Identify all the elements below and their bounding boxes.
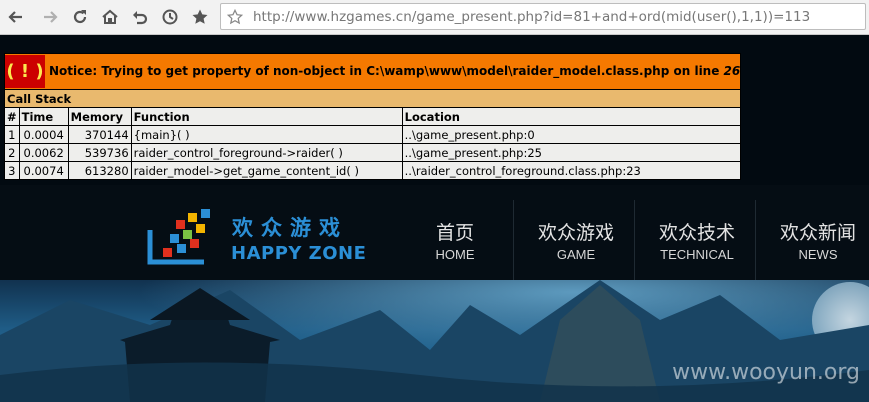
row-location: ..\game_present.php:0 <box>401 125 742 144</box>
nav-item-sublabel: TECHNICAL <box>660 247 734 262</box>
column-header-location: Location <box>401 107 742 126</box>
error-line-number: 26 <box>723 64 741 78</box>
nav-item-home[interactable]: 首页 HOME <box>395 200 515 280</box>
error-notice-text: Notice: Trying to get property of non-ob… <box>49 64 720 78</box>
table-row: 3 0.0074 613280 raider_model->get_game_c… <box>4 161 742 180</box>
nav-item-label: 欢众新闻 <box>779 222 856 244</box>
row-time: 0.0004 <box>18 125 69 144</box>
nav-item-sublabel: GAME <box>556 247 596 262</box>
row-time: 0.0062 <box>18 143 69 162</box>
undo-icon[interactable] <box>128 5 152 29</box>
row-number: 1 <box>4 125 20 144</box>
nav-item-game[interactable]: 欢众游戏 GAME <box>516 200 636 280</box>
table-row: 2 0.0062 539736 raider_control_foregroun… <box>4 143 742 162</box>
call-stack-label: Call Stack <box>3 89 742 108</box>
row-function: {main}( ) <box>130 125 403 144</box>
php-error-table: ( ! ) Notice: Trying to get property of n… <box>3 53 742 180</box>
table-row: 1 0.0004 370144 {main}( ) ..\game_presen… <box>4 125 742 144</box>
url-text[interactable]: http://www.hzgames.cn/game_present.php?i… <box>253 9 861 25</box>
column-header-row: # Time Memory Function Location <box>4 107 742 126</box>
star-icon[interactable] <box>188 5 212 29</box>
nav-item-label: 欢众技术 <box>658 222 735 244</box>
row-memory: 370144 <box>67 125 132 144</box>
forward-icon[interactable] <box>38 5 62 29</box>
nav-item-sublabel: HOME <box>435 247 475 262</box>
nav-item-label: 首页 <box>435 222 474 244</box>
nav-item-label: 欢众游戏 <box>537 222 614 244</box>
nav-item-technical[interactable]: 欢众技术 TECHNICAL <box>637 200 757 280</box>
bookmark-star-icon[interactable] <box>225 7 245 27</box>
column-header-time: Time <box>18 107 69 126</box>
row-function: raider_model->get_game_content_id( ) <box>130 161 403 180</box>
nav-item-sublabel: NEWS <box>798 247 838 262</box>
address-bar[interactable]: http://www.hzgames.cn/game_present.php?i… <box>220 3 866 30</box>
row-time: 0.0074 <box>18 161 69 180</box>
row-memory: 613280 <box>67 161 132 180</box>
back-icon[interactable] <box>4 5 28 29</box>
row-number: 2 <box>4 143 20 162</box>
logo-icon[interactable] <box>146 208 226 273</box>
home-icon[interactable] <box>98 5 122 29</box>
nav-item-news[interactable]: 欢众新闻 NEWS <box>758 200 869 280</box>
call-stack-header-row: Call Stack <box>3 89 742 108</box>
column-header-number: # <box>4 107 20 126</box>
error-notice-row: ( ! ) Notice: Trying to get property of n… <box>3 53 742 90</box>
column-header-memory: Memory <box>67 107 132 126</box>
row-number: 3 <box>4 161 20 180</box>
logo-chinese-text: 欢众游戏 <box>232 216 348 240</box>
logo-english-text: HAPPY ZONE <box>231 243 367 264</box>
row-location: ..\game_present.php:25 <box>401 143 742 162</box>
row-location: ..\raider_control_foreground.class.php:2… <box>401 161 742 180</box>
column-header-function: Function <box>130 107 403 126</box>
error-warning-icon: ( ! ) <box>5 55 45 88</box>
history-icon[interactable] <box>158 5 182 29</box>
watermark-text: www.wooyun.org <box>672 360 860 385</box>
row-function: raider_control_foreground->raider( ) <box>130 143 403 162</box>
browser-toolbar: http://www.hzgames.cn/game_present.php?i… <box>0 0 869 35</box>
row-memory: 539736 <box>67 143 132 162</box>
error-notice-cell: ( ! ) Notice: Trying to get property of n… <box>3 53 742 90</box>
reload-icon[interactable] <box>68 5 92 29</box>
